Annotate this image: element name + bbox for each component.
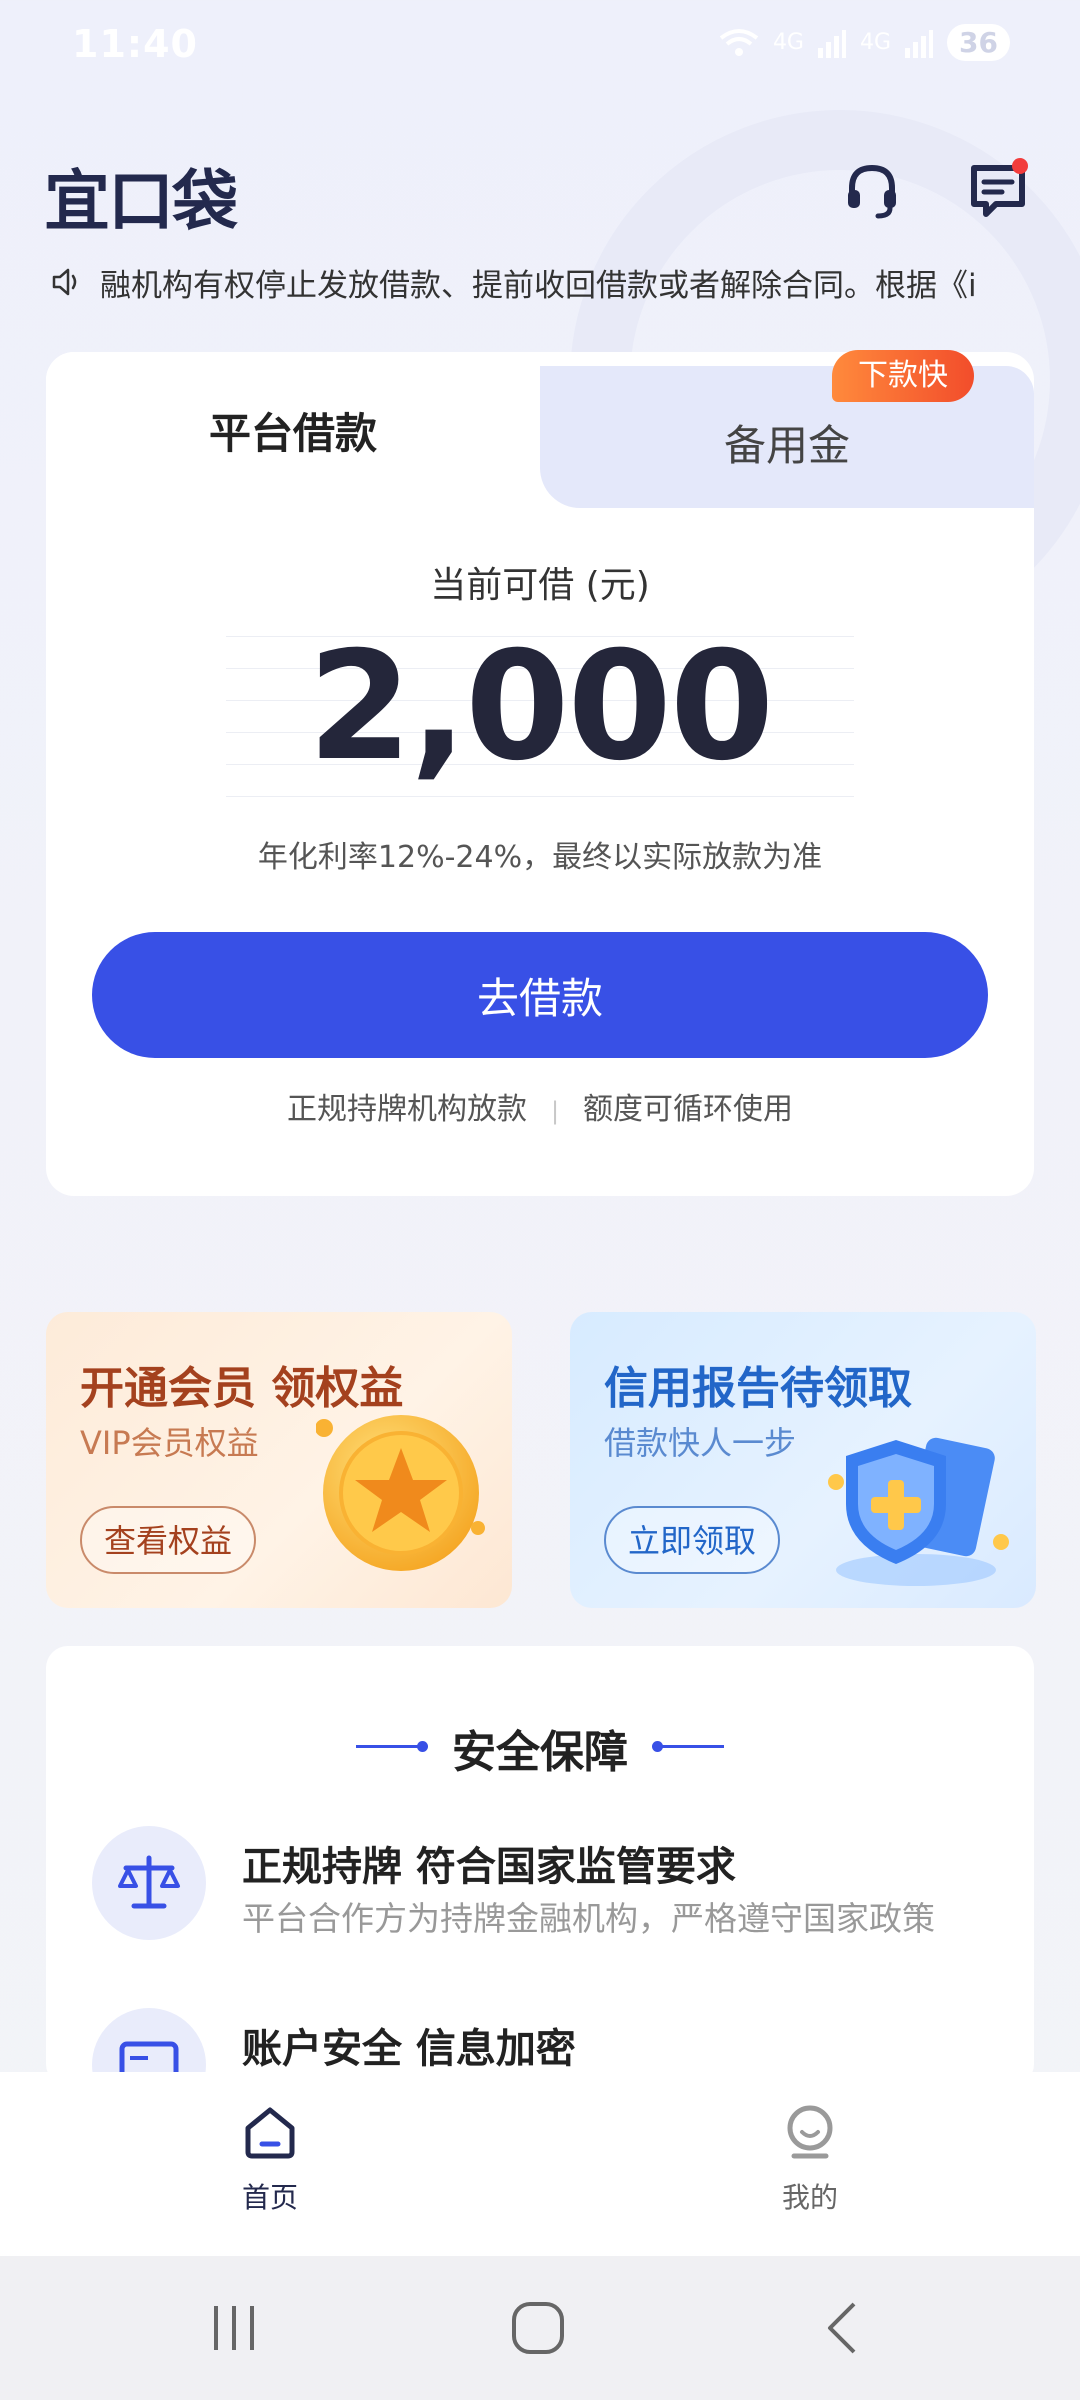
credit-promo-subtitle: 借款快人一步 <box>604 1424 797 1462</box>
feature-row: 正规持牌机构放款 | 额度可循环使用 <box>46 1084 1034 1128</box>
app-logo: 宜口袋 <box>44 163 238 240</box>
signal-label: 4G <box>772 30 804 55</box>
recent-apps-icon[interactable] <box>206 2300 262 2356</box>
gold-coin-icon <box>316 1415 485 1571</box>
available-amount-label: 当前可借 (元) <box>430 565 650 606</box>
notice-marquee[interactable]: 融机构有权停止发放借款、提前收回借款或者解除合同。根据《i <box>50 258 1080 306</box>
scale-icon <box>92 1826 206 1940</box>
interest-rate-text: 年化利率12%-24%，最终以实际放款为准 <box>257 840 823 875</box>
security-title: 安全保障 <box>452 1727 628 1778</box>
borrow-button[interactable]: 去借款 <box>92 932 988 1058</box>
tab-reserve-fund-label[interactable]: 备用金 <box>540 412 1034 473</box>
back-icon[interactable] <box>816 2300 872 2356</box>
nav-profile-label: 我的 <box>781 2181 838 2214</box>
system-navigation-bar <box>0 2256 1080 2400</box>
profile-icon <box>787 2105 833 2159</box>
security-item-desc: 平台合作方为持牌金融机构，严格遵守国家政策 <box>242 1899 935 1938</box>
speaker-icon <box>52 268 77 296</box>
signal-icon <box>817 29 846 58</box>
tab-platform-loan-label[interactable]: 平台借款 <box>46 400 540 461</box>
wifi-icon <box>719 28 759 56</box>
security-item-title: 正规持牌 符合国家监管要求 <box>242 1844 736 1890</box>
claim-now-button[interactable]: 立即领取 <box>604 1506 781 1574</box>
vip-promo-subtitle: VIP会员权益 <box>80 1424 259 1462</box>
credit-report-promo-card[interactable]: 信用报告待领取 借款快人一步 立即领取 <box>570 1312 1036 1608</box>
status-time: 11:40 <box>72 22 198 66</box>
signal-icon <box>905 29 934 58</box>
vip-promo-card[interactable]: 开通会员 领权益 VIP会员权益 查看权益 <box>46 1312 512 1608</box>
credit-promo-title: 信用报告待领取 <box>604 1363 912 1414</box>
signal-label: 4G <box>859 30 892 55</box>
nav-home-label: 首页 <box>241 2181 298 2214</box>
notice-text: 融机构有权停止发放借款、提前收回借款或者解除合同。根据《i <box>100 267 977 304</box>
vip-promo-title: 开通会员 领权益 <box>80 1363 404 1414</box>
available-amount: 2,000 <box>307 620 774 794</box>
feature-revolving: 额度可循环使用 <box>583 1092 794 1127</box>
message-icon[interactable] <box>962 154 1034 226</box>
view-benefits-button[interactable]: 查看权益 <box>80 1506 257 1574</box>
fast-payout-badge: 下款快 <box>832 350 974 402</box>
home-button-icon[interactable] <box>508 2300 568 2356</box>
shield-icon <box>828 1437 1009 1586</box>
status-icons: 4G 4G 36 <box>719 24 1010 61</box>
feature-separator: | <box>550 1097 560 1125</box>
nav-profile[interactable]: 我的 <box>730 2102 890 2216</box>
headset-icon[interactable] <box>836 154 908 226</box>
nav-home[interactable]: 首页 <box>190 2102 350 2216</box>
battery-indicator: 36 <box>947 24 1010 61</box>
security-item-title: 账户安全 信息加密 <box>242 2026 576 2072</box>
feature-licensed: 正规持牌机构放款 <box>286 1092 527 1127</box>
bottom-nav: 首页 我的 <box>0 2072 1080 2256</box>
unread-dot <box>1012 158 1028 174</box>
home-icon <box>245 2107 295 2159</box>
